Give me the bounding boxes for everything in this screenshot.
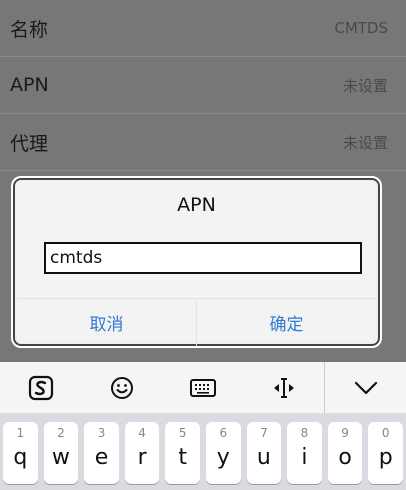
cancel-button[interactable]: 取消 bbox=[17, 299, 196, 346]
key-e[interactable]: 3e bbox=[84, 422, 119, 484]
cursor-move-icon[interactable] bbox=[243, 362, 324, 413]
keyboard-icon[interactable] bbox=[162, 362, 243, 413]
key-q[interactable]: 1q bbox=[3, 422, 38, 484]
collapse-keyboard-icon[interactable] bbox=[324, 362, 406, 413]
key-letter: w bbox=[51, 445, 70, 470]
key-number: 1 bbox=[16, 426, 25, 440]
key-number: 9 bbox=[341, 426, 349, 440]
keyboard-keys-row: 1q 2w 3e 4r 5t 6y 7u 8i 9o 0p bbox=[0, 414, 406, 490]
settings-row-proxy[interactable]: 代理 未设置 bbox=[0, 114, 406, 171]
key-letter: t bbox=[178, 445, 188, 470]
key-number: 2 bbox=[57, 426, 65, 440]
key-number: 0 bbox=[381, 426, 390, 440]
key-letter: e bbox=[94, 445, 109, 470]
settings-list: 名称 CMTDS APN 未设置 代理 未设置 bbox=[0, 0, 406, 171]
key-t[interactable]: 5t bbox=[165, 422, 200, 484]
key-u[interactable]: 7u bbox=[246, 422, 282, 484]
emoji-icon[interactable] bbox=[81, 362, 162, 413]
settings-row-apn[interactable]: APN 未设置 bbox=[0, 57, 406, 114]
confirm-button[interactable]: 确定 bbox=[196, 299, 376, 346]
key-number: 3 bbox=[97, 426, 106, 440]
key-letter: p bbox=[378, 445, 393, 470]
row-value: 未设置 bbox=[342, 133, 388, 152]
key-o[interactable]: 9o bbox=[327, 422, 363, 484]
dialog-body: APN 取消 确定 bbox=[17, 182, 376, 346]
apn-input[interactable] bbox=[44, 242, 362, 274]
key-letter: o bbox=[338, 445, 352, 470]
key-p[interactable]: 0p bbox=[368, 422, 403, 484]
key-letter: u bbox=[256, 445, 271, 470]
key-letter: r bbox=[137, 445, 147, 470]
key-y[interactable]: 6y bbox=[206, 422, 241, 484]
row-label: 代理 bbox=[10, 132, 49, 155]
sogou-logo-icon[interactable] bbox=[0, 362, 81, 413]
key-number: 8 bbox=[300, 426, 309, 440]
row-label: APN bbox=[10, 74, 49, 96]
key-letter: q bbox=[13, 445, 28, 470]
key-number: 7 bbox=[260, 426, 268, 440]
key-r[interactable]: 4r bbox=[124, 422, 160, 484]
dialog-actions: 取消 确定 bbox=[17, 298, 376, 346]
key-number: 6 bbox=[219, 426, 228, 440]
dialog-title: APN bbox=[177, 194, 216, 216]
key-letter: y bbox=[216, 445, 230, 470]
key-number: 5 bbox=[178, 426, 187, 440]
row-value: CMTDS bbox=[334, 19, 388, 37]
key-number: 4 bbox=[138, 426, 146, 440]
key-i[interactable]: 8i bbox=[287, 422, 322, 484]
row-value: 未设置 bbox=[342, 76, 388, 95]
row-label: 名称 bbox=[10, 18, 49, 41]
settings-row-name[interactable]: 名称 CMTDS bbox=[0, 0, 406, 57]
key-w[interactable]: 2w bbox=[43, 422, 79, 484]
apn-dialog: APN 取消 确定 bbox=[11, 176, 382, 348]
key-letter: i bbox=[301, 445, 308, 470]
keyboard-toolbar bbox=[0, 362, 406, 414]
